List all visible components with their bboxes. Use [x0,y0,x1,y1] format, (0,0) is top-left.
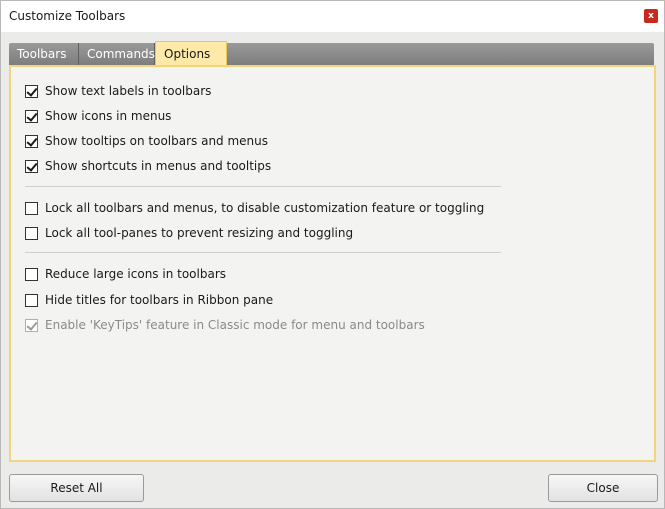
option-label: Hide titles for toolbars in Ribbon pane [45,293,274,307]
reset-all-button[interactable]: Reset All [9,474,144,502]
option-show-text-labels[interactable]: Show text labels in toolbars [25,83,211,99]
customize-toolbars-dialog: Customize Toolbars x Toolbars Commands O… [0,0,665,509]
hide-ribbon-titles-checkbox[interactable] [25,293,38,307]
tab-commands[interactable]: Commands [79,43,155,65]
lock-toolbars-checkbox[interactable] [25,201,38,215]
separator [25,252,501,253]
option-label: Show icons in menus [45,109,172,123]
option-label: Lock all tool-panes to prevent resizing … [45,226,354,240]
title-bar: Customize Toolbars x [1,1,664,32]
option-label: Show text labels in toolbars [45,84,212,98]
separator [25,186,501,187]
option-enable-keytips: Enable 'KeyTips' feature in Classic mode… [25,317,425,333]
option-label: Show tooltips on toolbars and menus [45,134,269,148]
tab-options[interactable]: Options [155,41,227,65]
option-hide-ribbon-titles[interactable]: Hide titles for toolbars in Ribbon pane [25,292,273,308]
option-label: Show shortcuts in menus and tooltips [45,159,272,173]
tab-strip: Toolbars Commands Options [9,41,654,65]
show-icons-checkbox[interactable] [25,109,38,123]
option-lock-tool-panes[interactable]: Lock all tool-panes to prevent resizing … [25,225,353,241]
tab-toolbars[interactable]: Toolbars [9,43,79,65]
close-icon[interactable]: x [644,9,658,23]
options-panel: Show text labels in toolbars Show icons … [9,65,656,462]
reduce-large-icons-checkbox[interactable] [25,267,38,281]
option-lock-toolbars[interactable]: Lock all toolbars and menus, to disable … [25,200,484,216]
lock-tool-panes-checkbox[interactable] [25,226,38,240]
window-title: Customize Toolbars [9,9,126,23]
option-label: Reduce large icons in toolbars [45,267,227,281]
show-shortcuts-checkbox[interactable] [25,159,38,173]
option-label: Lock all toolbars and menus, to disable … [45,201,485,215]
option-show-tooltips[interactable]: Show tooltips on toolbars and menus [25,133,268,149]
option-label: Enable 'KeyTips' feature in Classic mode… [45,318,425,332]
enable-keytips-checkbox [25,318,38,332]
show-text-labels-checkbox[interactable] [25,84,38,98]
show-tooltips-checkbox[interactable] [25,134,38,148]
close-button[interactable]: Close [548,474,658,502]
option-reduce-large-icons[interactable]: Reduce large icons in toolbars [25,266,226,282]
option-show-icons-in-menus[interactable]: Show icons in menus [25,108,171,124]
option-show-shortcuts[interactable]: Show shortcuts in menus and tooltips [25,158,271,174]
